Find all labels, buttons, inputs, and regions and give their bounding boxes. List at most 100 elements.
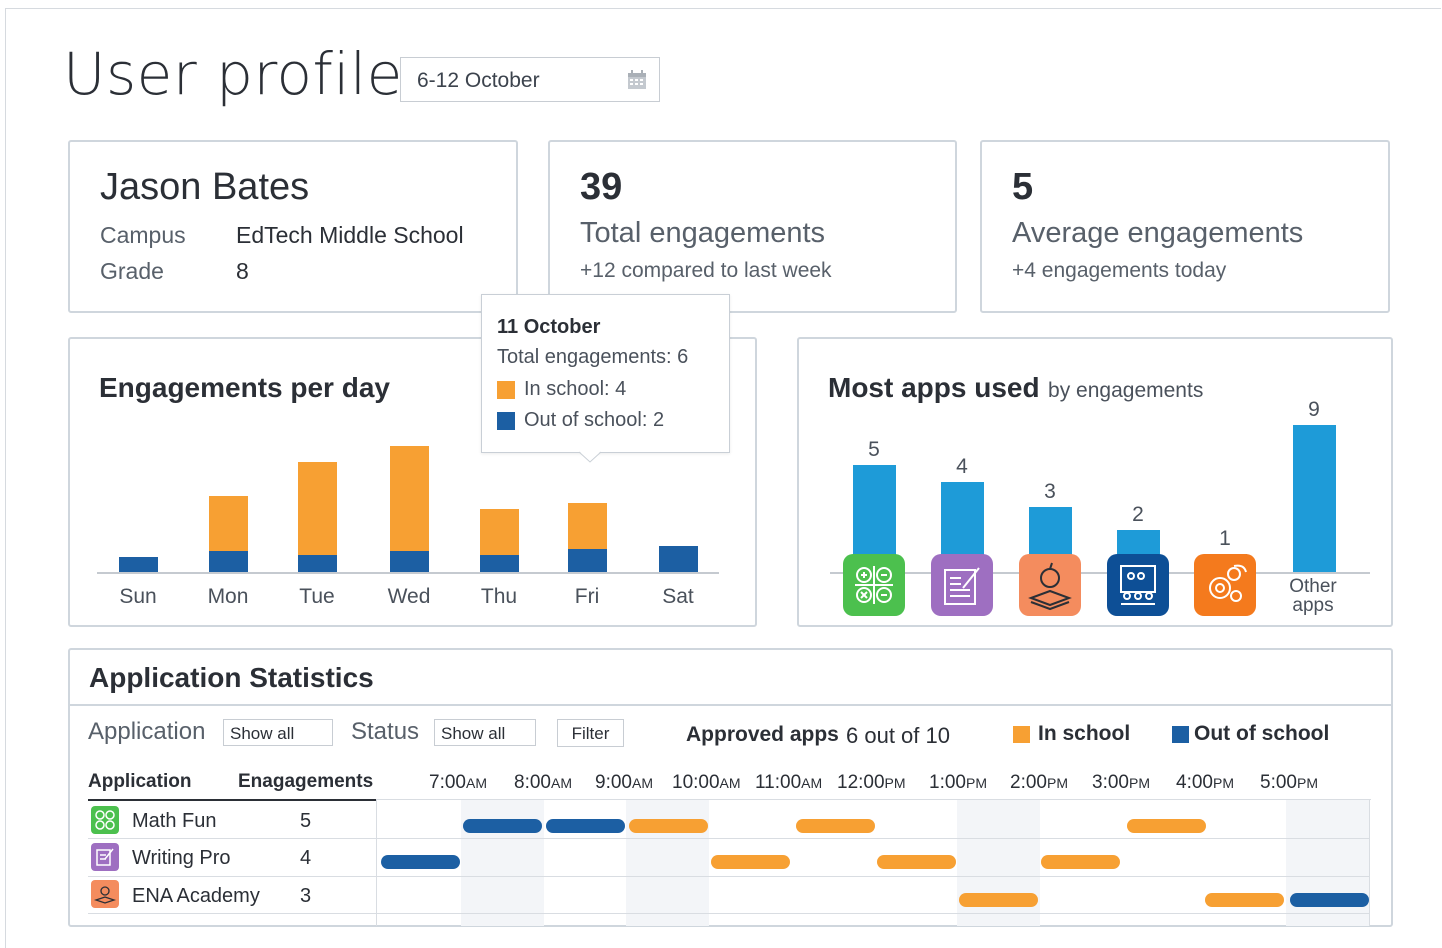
most-apps-title-wrap: Most apps used by engagements [828,372,1203,404]
bar-out-of-school[interactable] [479,554,519,572]
column-header-engagements: Enagagements [238,771,374,792]
row-app-name: Writing Pro [132,847,231,869]
page-title: User profile [63,40,403,108]
most-apps-subtitle: by engagements [1048,379,1204,402]
day-label: Mon [207,585,249,608]
app-value-label: 1 [1219,527,1231,550]
approved-apps-label: Approved apps [686,723,839,746]
day-label: Fri [574,585,600,608]
row-app-count: 4 [300,847,312,869]
row-divider-1 [88,838,1370,839]
timeline-segment-in-school[interactable] [796,819,875,833]
campus-label: Campus [100,222,186,248]
application-select[interactable]: Show all [223,719,333,746]
row-divider-2 [88,876,1370,877]
date-range-picker[interactable]: 6-12 October [400,57,660,102]
legend-out-school-swatch [1172,726,1189,743]
time-label: 2:00PM [1010,772,1068,793]
day-label: Sun [119,585,157,608]
tooltip-out-school: Out of school: 2 [524,409,665,431]
timeline-segment-in-school[interactable] [711,855,790,869]
total-engagements-note: +12 compared to last week [580,259,832,282]
average-engagements-value: 5 [1012,166,1034,208]
day-label: Wed [387,585,431,608]
time-label: 9:00AM [595,772,653,793]
bar-in-school[interactable] [567,503,607,549]
table-header-rule [88,799,376,801]
time-label: 5:00PM [1260,772,1318,793]
timeline-segment-out-of-school[interactable] [1290,893,1369,907]
time-label: 1:00PM [929,772,987,793]
timeline-right-rule [1369,800,1370,926]
timeline-segment-in-school[interactable] [1205,893,1284,907]
row-app-name: Math Fun [132,810,217,832]
math-icon [91,806,119,834]
timeline-segment-in-school[interactable] [1041,855,1120,869]
timeline-segment-in-school[interactable] [959,893,1038,907]
average-engagements-card: 5 Average engagements +4 engagements tod… [980,140,1390,313]
timeline-segment-in-school[interactable] [1127,819,1206,833]
math-fun-app-icon[interactable] [843,554,905,616]
settings-app-icon[interactable] [1194,554,1256,616]
row-divider-3 [88,913,1370,914]
average-engagements-label: Average engagements [1012,217,1304,249]
timeline-segment-out-of-school[interactable] [381,855,460,869]
tooltip-in-school: In school: 4 [524,378,627,400]
most-apps-title: Most apps used [828,372,1040,403]
date-range-value: 6-12 October [417,69,540,92]
grade-label: Grade [100,258,164,284]
average-engagements-note: +4 engagements today [1012,259,1227,282]
other-apps-label-line2: apps [1292,595,1334,616]
bar-in-school[interactable] [208,496,248,552]
day-label: Tue [299,585,335,608]
app-value-label: 2 [1132,503,1144,526]
time-label: 8:00AM [514,772,572,793]
bar-out-of-school[interactable] [567,549,607,572]
time-label: 10:00AM [672,772,741,793]
bar-out-of-school[interactable] [208,551,248,572]
time-label: 11:00AM [755,772,823,793]
row-app-count: 3 [300,885,312,907]
other-apps-label: Other apps [1283,577,1343,615]
engagements-chart-title: Engagements per day [99,372,390,403]
timeline-segment-in-school[interactable] [877,855,956,869]
apple-book-icon [91,880,119,908]
filter-button[interactable]: Filter [557,719,624,747]
bar-out-of-school[interactable] [658,545,698,572]
tooltip-date: 11 October [497,316,601,338]
row-app-name: ENA Academy [132,885,260,907]
timeline-segment-out-of-school[interactable] [463,819,542,833]
profile-card: Jason Bates Campus EdTech Middle School … [68,140,518,313]
bar-out-of-school[interactable] [118,557,158,572]
status-filter-label: Status [351,718,420,745]
timeline-shade [1286,800,1369,926]
bar-in-school[interactable] [389,445,429,552]
total-engagements-card: 39 Total engagements +12 compared to las… [548,140,957,313]
classroom-app-icon[interactable] [1107,554,1169,616]
tooltip-pointer [579,451,601,463]
grade-value: 8 [236,258,249,284]
campus-value: EdTech Middle School [236,222,464,248]
approved-apps-value: 6 out of 10 [846,723,950,748]
calendar-icon[interactable] [627,70,647,95]
writing-pro-app-icon[interactable] [931,554,993,616]
bar-in-school[interactable] [479,508,519,555]
timeline-segment-out-of-school[interactable] [546,819,625,833]
status-select[interactable]: Show all [434,719,536,746]
writing-icon [91,843,119,871]
app-bar[interactable] [1292,425,1336,572]
other-apps-label-line1: Other [1289,576,1337,597]
bar-out-of-school[interactable] [389,551,429,572]
ena-academy-app-icon[interactable] [1019,554,1081,616]
app-value-label: 5 [868,438,880,461]
bar-in-school[interactable] [297,461,337,555]
chart-tooltip: 11 October Total engagements: 6 In schoo… [481,294,730,453]
day-label: Sat [662,585,694,608]
time-label: 4:00PM [1176,772,1234,793]
apps-axis [830,572,1370,574]
bar-out-of-school[interactable] [297,554,337,572]
app-value-label: 9 [1308,398,1320,421]
legend-out-school-label: Out of school [1194,722,1330,745]
timeline-segment-in-school[interactable] [629,819,708,833]
legend-in-school-label: In school [1038,722,1131,745]
